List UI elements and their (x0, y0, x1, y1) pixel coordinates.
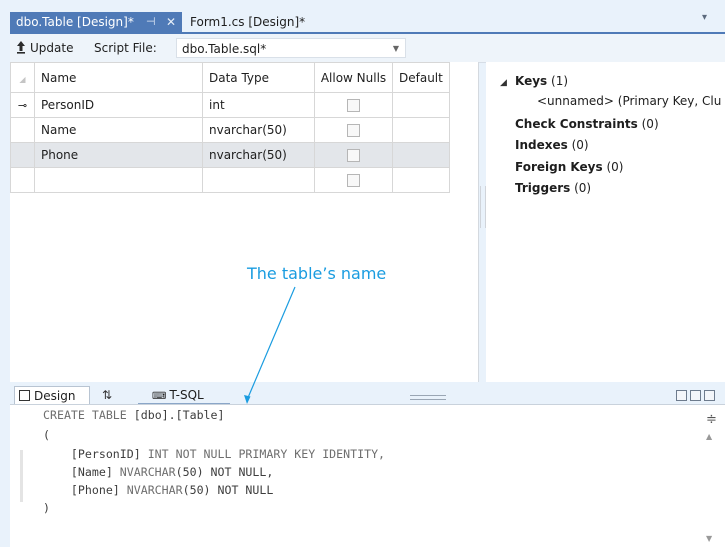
annotation-arrow (244, 286, 296, 404)
